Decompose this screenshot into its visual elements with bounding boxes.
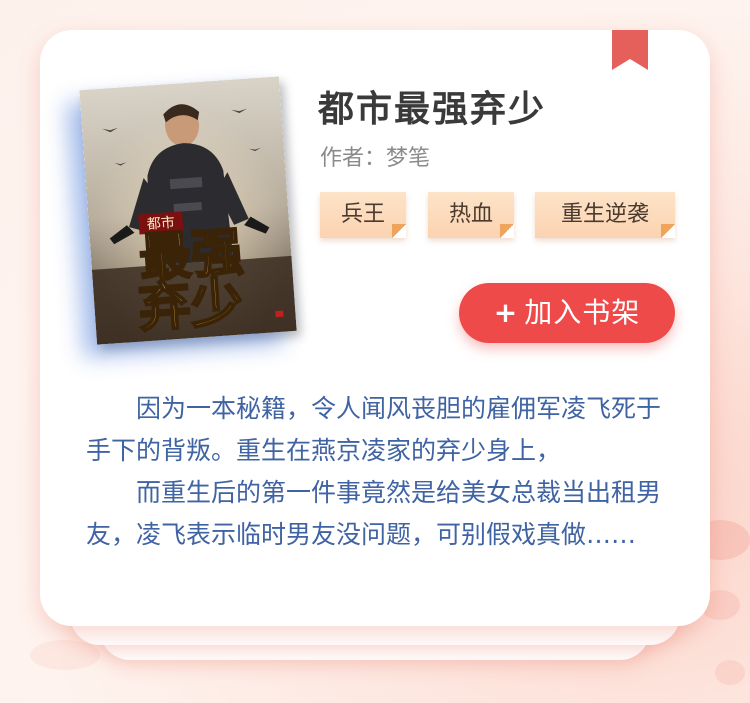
tag-chongsheng-nixi[interactable]: 重生逆袭: [535, 192, 675, 238]
cover-title-line-2: 弃少: [137, 272, 245, 339]
bookmark-ribbon-icon[interactable]: [612, 30, 648, 70]
author-name: 梦笔: [386, 146, 431, 171]
plus-icon: +: [493, 296, 519, 329]
book-author: 作者：梦笔: [320, 140, 430, 172]
description-paragraph: 而重生后的第一件事竟然是给美女总裁当出租男友，凌飞表示临时男友没问题，可别假戏真…: [86, 478, 662, 549]
tag-bingwang[interactable]: 兵王: [320, 192, 406, 238]
description-paragraph: 因为一本秘籍，令人闻风丧胆的雇佣军凌飞死于手下的背叛。重生在燕京凌家的弃少身上，: [86, 394, 662, 465]
tag-fold-icon: [500, 224, 514, 238]
tag-label: 兵王: [340, 202, 385, 227]
tag-fold-icon: [392, 224, 406, 238]
book-cover[interactable]: 都市 最强 弃少: [79, 76, 297, 345]
book-description: 因为一本秘籍，令人闻风丧胆的雇佣军凌飞死于手下的背叛。重生在燕京凌家的弃少身上，…: [86, 388, 676, 556]
tag-rexue[interactable]: 热血: [428, 192, 514, 238]
background-petal: [715, 660, 745, 685]
add-to-shelf-label: 加入书架: [524, 296, 641, 329]
tag-label: 热血: [448, 202, 493, 227]
background-petal: [30, 640, 100, 670]
tag-label: 重生逆袭: [560, 202, 649, 227]
author-label: 作者：: [320, 146, 387, 171]
tag-fold-icon: [661, 224, 675, 238]
add-to-shelf-button[interactable]: + 加入书架: [459, 283, 675, 343]
book-title: 都市最强弃少: [318, 89, 547, 130]
